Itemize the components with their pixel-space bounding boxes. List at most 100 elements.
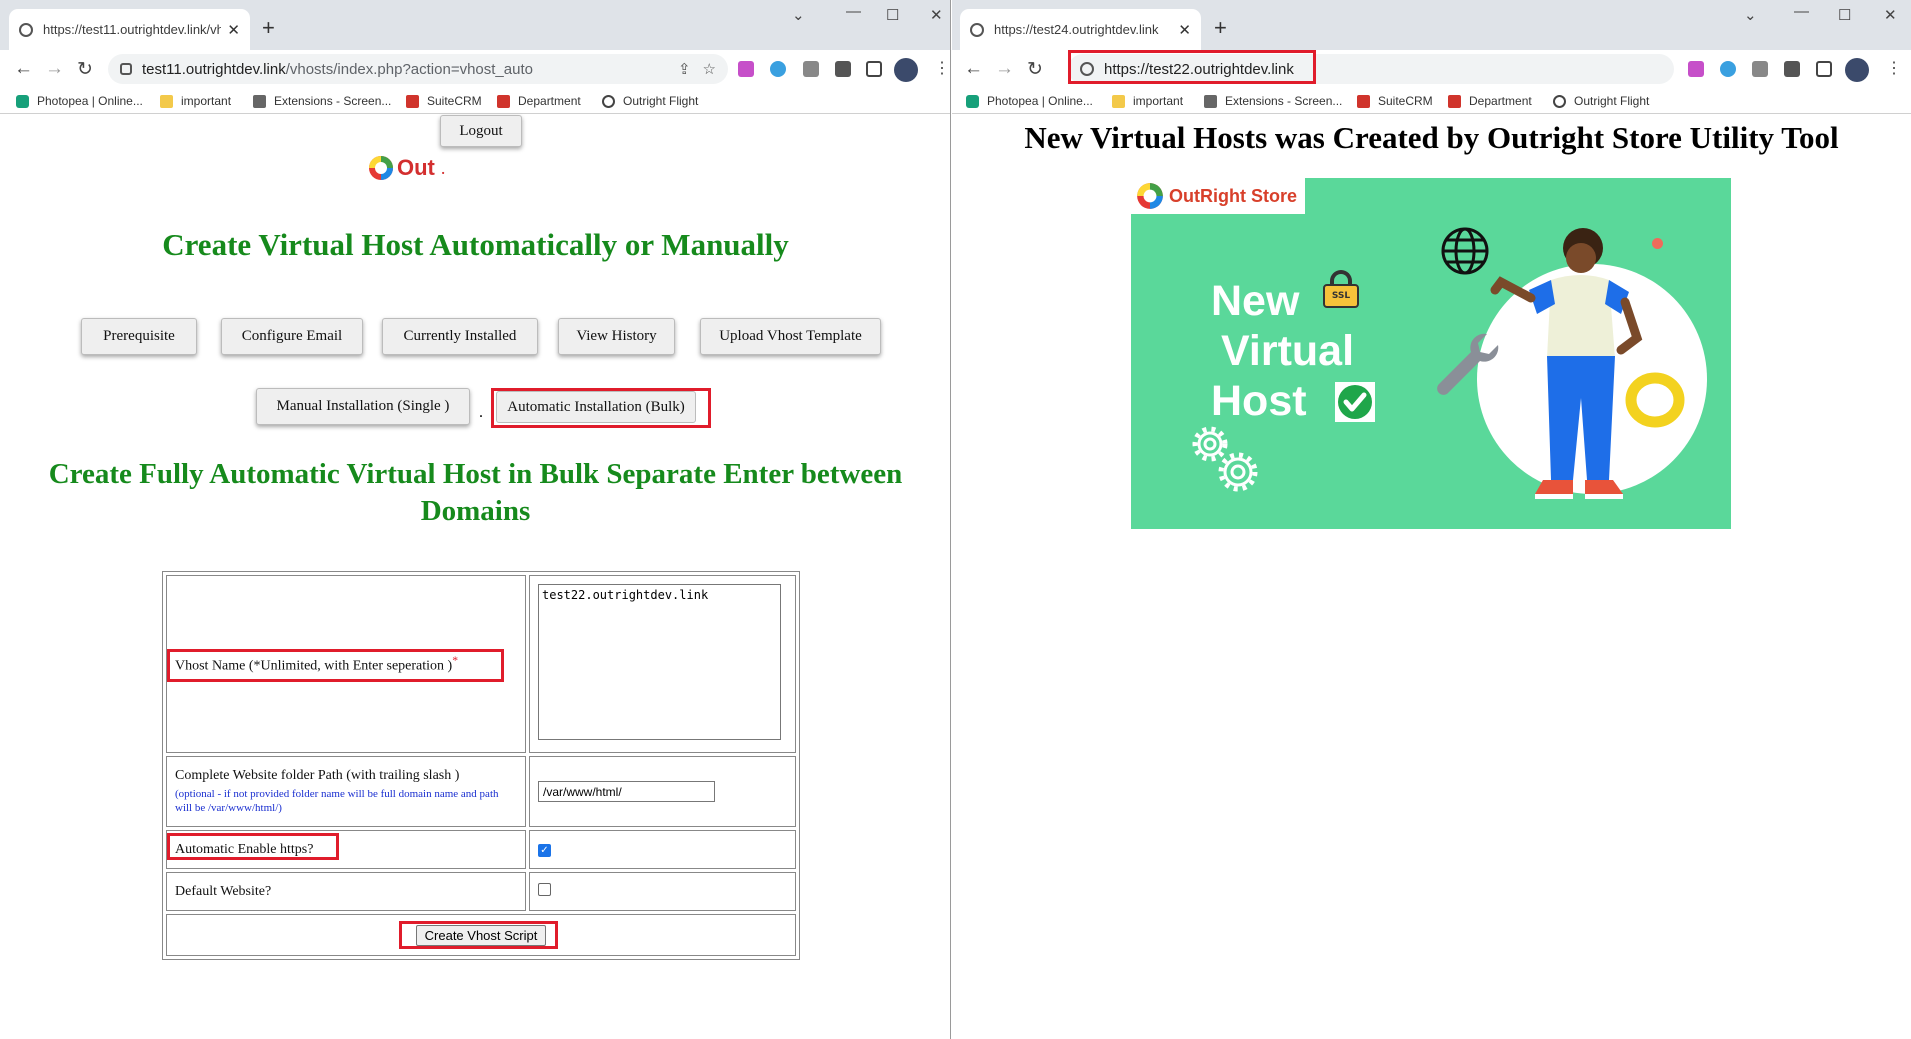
- browser-tab[interactable]: https://test24.outrightdev.link ✕: [960, 9, 1201, 50]
- bookmark-item[interactable]: Photopea | Online...: [966, 94, 1093, 108]
- tab-title: https://test24.outrightdev.link: [994, 22, 1159, 37]
- back-icon[interactable]: ←: [14, 58, 33, 80]
- page-title: New Virtual Hosts was Created by Outrigh…: [1024, 120, 1839, 155]
- section-title: Create Fully Automatic Virtual Host in B…: [48, 458, 903, 527]
- separator-dot: .: [479, 404, 483, 421]
- default-label-cell: Default Website?: [166, 872, 526, 911]
- banner-line-virtual: Virtual: [1221, 327, 1355, 375]
- close-tab-icon[interactable]: ✕: [227, 21, 240, 39]
- maximize-icon[interactable]: ☐: [886, 6, 899, 24]
- url-host: test11.outrightdev.link: [142, 60, 286, 78]
- address-bar[interactable]: test11.outrightdev.link/vhosts/index.php…: [108, 54, 728, 84]
- logo: Out .: [367, 154, 445, 182]
- bookmark-item[interactable]: Extensions - Screen...: [1204, 94, 1342, 108]
- star-icon[interactable]: ☆: [703, 60, 716, 78]
- default-website-label: Default Website?: [175, 883, 272, 899]
- extension-icon[interactable]: [1752, 61, 1768, 77]
- suitecrm-icon: [1357, 94, 1370, 108]
- extension-icon[interactable]: [1688, 61, 1704, 77]
- https-checkbox-cell: ✓: [529, 830, 796, 869]
- browser-toolbar: ← → ↻ https://test22.outrightdev.link ⋮: [952, 50, 1911, 90]
- globe-icon: [19, 22, 33, 37]
- new-tab-button[interactable]: +: [1214, 15, 1227, 41]
- chevron-down-icon[interactable]: ⌄: [1744, 6, 1757, 24]
- outright-logo-icon: [369, 156, 393, 180]
- path-label-cell: Complete Website folder Path (with trail…: [166, 756, 526, 827]
- tab-title: https://test11.outrightdev.link/vh: [43, 22, 222, 37]
- department-icon: [497, 94, 510, 108]
- globe-icon: [602, 94, 615, 108]
- gears-icon: [1192, 426, 1258, 492]
- extension-icon[interactable]: [738, 61, 754, 77]
- highlight-box: [399, 921, 558, 949]
- bookmark-item[interactable]: SuiteCRM: [406, 94, 482, 108]
- folder-icon: [160, 94, 173, 108]
- close-window-icon[interactable]: ✕: [930, 6, 943, 24]
- forward-icon[interactable]: →: [995, 58, 1014, 80]
- share-icon[interactable]: ⇪: [678, 60, 691, 78]
- path-input[interactable]: [538, 781, 715, 802]
- vhost-name-textarea[interactable]: [538, 583, 781, 740]
- bookmark-item[interactable]: important: [160, 94, 231, 108]
- bookmark-item[interactable]: SuiteCRM: [1357, 94, 1433, 108]
- tab-strip: https://test11.outrightdev.link/vh ✕ + ⌄…: [0, 0, 950, 50]
- new-tab-button[interactable]: +: [262, 15, 275, 41]
- minimize-icon[interactable]: —: [1794, 3, 1809, 20]
- logo-dot: .: [440, 157, 446, 178]
- bookmark-item[interactable]: Photopea | Online...: [16, 94, 143, 108]
- lock-icon: [120, 63, 132, 75]
- right-page-content: New Virtual Hosts was Created by Outrigh…: [952, 115, 1911, 1039]
- logout-button[interactable]: Logout: [440, 115, 522, 147]
- ssl-label: SSL: [1323, 284, 1359, 308]
- logo-text: Out: [397, 155, 435, 180]
- manual-installation-button[interactable]: Manual Installation (Single ): [256, 388, 470, 425]
- puzzle-icon[interactable]: [1784, 61, 1800, 77]
- avatar[interactable]: [1845, 58, 1869, 82]
- close-window-icon[interactable]: ✕: [1884, 6, 1897, 24]
- sidepanel-icon[interactable]: [1816, 61, 1832, 77]
- bookmarks-bar: Photopea | Online... important Extension…: [952, 90, 1911, 114]
- chevron-down-icon[interactable]: ⌄: [792, 6, 805, 24]
- upload-vhost-template-button[interactable]: Upload Vhost Template: [700, 318, 881, 355]
- extension-icon[interactable]: [803, 61, 819, 77]
- bookmark-item[interactable]: Department: [497, 94, 581, 108]
- photopea-icon: [966, 94, 979, 108]
- browser-toolbar: ← → ↻ test11.outrightdev.link/vhosts/ind…: [0, 50, 950, 90]
- sidepanel-icon[interactable]: [866, 61, 882, 77]
- bookmark-item[interactable]: Extensions - Screen...: [253, 94, 391, 108]
- puzzle-icon[interactable]: [835, 61, 851, 77]
- department-icon: [1448, 94, 1461, 108]
- path-input-cell: [529, 756, 796, 827]
- avatar[interactable]: [894, 58, 918, 82]
- close-tab-icon[interactable]: ✕: [1178, 21, 1191, 39]
- extension-icon[interactable]: [1720, 61, 1736, 77]
- reload-icon[interactable]: ↻: [77, 58, 93, 81]
- minimize-icon[interactable]: —: [846, 3, 861, 20]
- https-checkbox[interactable]: ✓: [538, 843, 551, 857]
- bookmark-item[interactable]: Outright Flight: [1553, 94, 1649, 108]
- currently-installed-button[interactable]: Currently Installed: [382, 318, 538, 355]
- default-checkbox-cell: [529, 872, 796, 911]
- extension-icon[interactable]: [770, 61, 786, 77]
- bookmark-item[interactable]: Department: [1448, 94, 1532, 108]
- tab-strip: https://test24.outrightdev.link ✕ + ⌄ — …: [952, 0, 1911, 50]
- virtual-host-banner: OutRight Store New Virtual Host SSL: [1131, 178, 1731, 529]
- back-icon[interactable]: ←: [964, 58, 983, 80]
- right-browser-window: https://test24.outrightdev.link ✕ + ⌄ — …: [952, 0, 1911, 1039]
- highlight-box: [491, 388, 711, 428]
- bookmark-item[interactable]: Outright Flight: [602, 94, 698, 108]
- menu-icon[interactable]: ⋮: [1886, 58, 1902, 78]
- reload-icon[interactable]: ↻: [1027, 58, 1043, 81]
- bookmark-item[interactable]: important: [1112, 94, 1183, 108]
- forward-icon[interactable]: →: [45, 58, 64, 80]
- menu-icon[interactable]: ⋮: [934, 58, 950, 78]
- configure-email-button[interactable]: Configure Email: [221, 318, 363, 355]
- person-illustration: [1490, 228, 1643, 499]
- browser-tab[interactable]: https://test11.outrightdev.link/vh ✕: [9, 9, 250, 50]
- default-website-checkbox[interactable]: [538, 882, 551, 896]
- folder-icon: [1112, 94, 1125, 108]
- prerequisite-button[interactable]: Prerequisite: [81, 318, 197, 355]
- view-history-button[interactable]: View History: [558, 318, 675, 355]
- suitecrm-icon: [406, 94, 419, 108]
- maximize-icon[interactable]: ☐: [1838, 6, 1851, 24]
